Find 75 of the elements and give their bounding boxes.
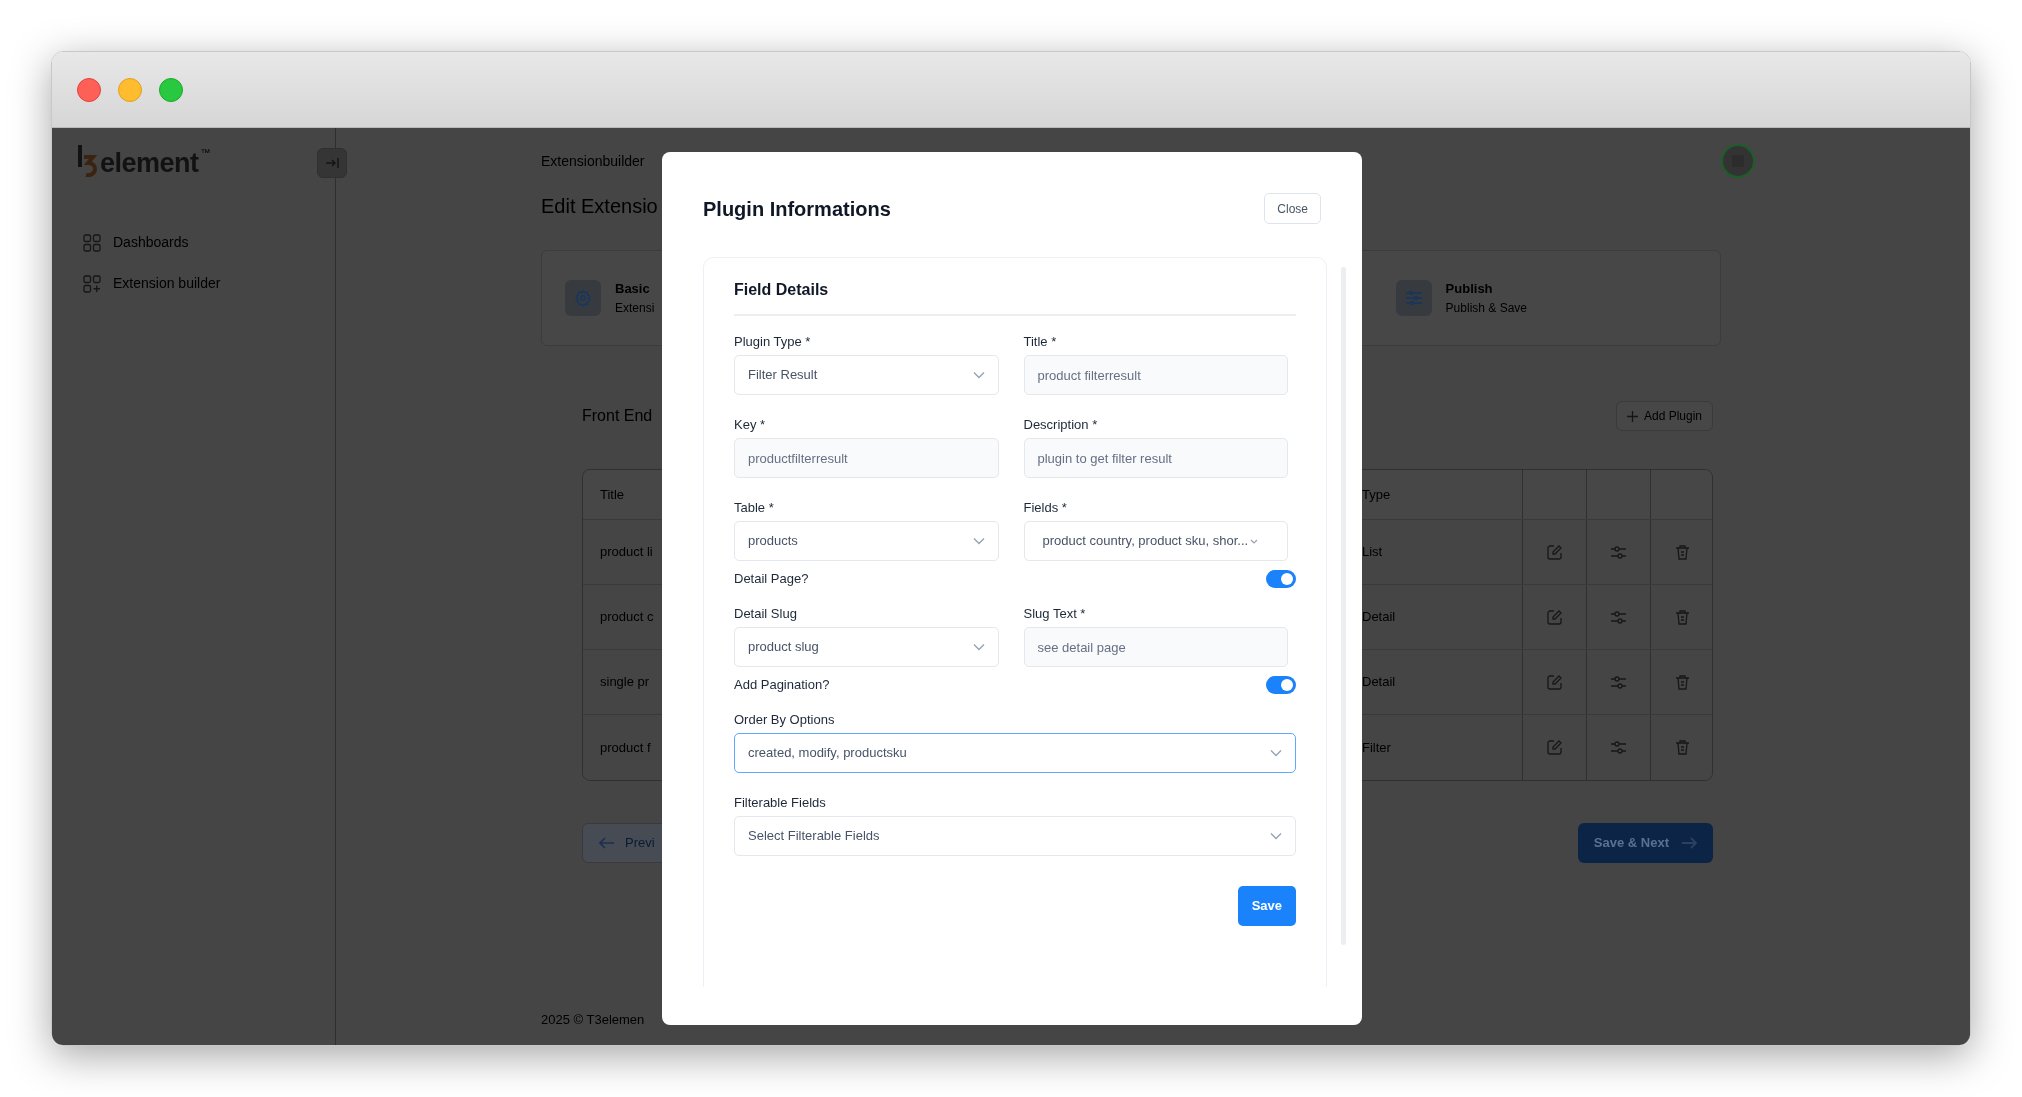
sliders-icon[interactable] [1610,739,1627,756]
trash-icon[interactable] [1675,608,1690,626]
field-label: Key * [734,417,767,433]
table-cell-text: Filter [1362,738,1391,757]
step-subtitle: Extensi [615,299,655,317]
arrow-right-icon [1681,837,1697,849]
logo-mark-icon [76,145,98,177]
collapse-arrow-icon [325,157,339,169]
toggle-switch[interactable] [1266,676,1296,694]
trash-icon[interactable] [1675,739,1690,756]
field-label: Filterable Fields [734,795,827,811]
chevron-down-icon [1270,749,1282,757]
plus-icon [1626,410,1638,422]
table-cell-text: List [1362,543,1383,562]
column-header: Type [1362,485,1391,504]
chevron-down-icon [972,643,985,651]
collapse-sidebar-button[interactable] [317,148,347,178]
step-subtitle: Publish & Save [1445,299,1527,317]
toggle-switch[interactable] [1266,570,1296,588]
table-cell-text: Detail [1362,673,1396,692]
user-avatar[interactable] [1721,144,1755,178]
field-label: Description * [1023,417,1099,433]
field-label: Title * [1023,334,1058,350]
field-label: Slug Text * [1023,606,1087,622]
trash-icon[interactable] [1675,673,1690,691]
field-label: Add Pagination? [734,677,830,693]
step-title: Publish [1445,280,1493,299]
edit-icon[interactable] [1546,739,1563,756]
arrow-left-icon [599,837,615,849]
column-header: Title [600,485,625,504]
field-label: Order By Options [734,712,836,728]
table-cell-text: single pr [600,673,650,692]
close-button[interactable]: Close [1264,193,1321,224]
table-cell-text: product c [600,608,654,627]
chevron-down-icon [972,371,985,379]
select-field[interactable]: Select Filterable Fields [734,816,1296,856]
field-label: Table * [734,500,775,516]
field-label: Detail Page? [734,571,809,587]
edit-icon[interactable] [1546,608,1563,626]
edit-icon[interactable] [1546,673,1563,691]
card-title: Field Details [734,278,1296,316]
sliders-icon[interactable] [1610,543,1627,561]
section-title: Front End [582,406,653,426]
maximize-window-button[interactable] [159,77,183,102]
edit-icon[interactable] [1546,543,1563,561]
select-field[interactable]: created, modify, productsku [734,733,1296,773]
chevron-down-icon [972,537,985,545]
chevron-down-icon [1270,832,1282,840]
table-cell-text: Detail [1362,608,1396,627]
select-field[interactable]: products [734,521,999,561]
gear-icon [574,289,592,307]
sliders-icon [1404,289,1423,307]
field-label: Detail Slug [734,606,798,622]
table-cell-text: product li [600,543,653,562]
field-label: Fields * [1023,500,1068,516]
sliders-icon[interactable] [1610,608,1627,626]
save-button[interactable]: Save [1237,886,1296,926]
close-window-button[interactable] [77,77,101,102]
trademark-text: ™ [200,146,211,160]
multi-select-field[interactable]: product country, product sku, shor... [1023,521,1288,561]
grid-icon [83,233,101,252]
save-next-button[interactable]: Save & Next [1577,823,1713,863]
trash-icon[interactable] [1675,543,1690,561]
select-field[interactable]: Filter Result [734,355,999,395]
minimize-window-button[interactable] [118,77,142,102]
table-cell-text: product f [600,738,651,757]
footer-text: 2025 © T3elemen [541,1010,645,1029]
select-field[interactable]: product slug [734,627,999,667]
sliders-icon[interactable] [1610,673,1627,691]
dialog-title: Plugin Informations [703,196,891,222]
page-title: Edit Extensio [541,194,658,218]
field-label: Plugin Type * [734,334,812,350]
chevron-down-icon [1250,538,1259,544]
step-title: Basic [615,280,650,299]
grid-plus-icon [83,274,101,293]
